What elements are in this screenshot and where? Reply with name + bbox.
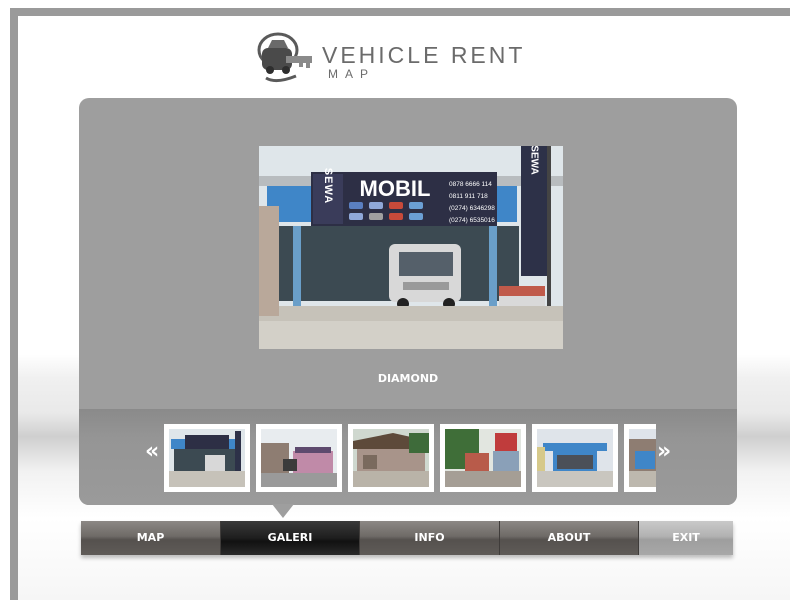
car-key-icon bbox=[257, 32, 312, 83]
nav-about-button[interactable]: ABOUT bbox=[500, 521, 639, 555]
thumbnail-item[interactable] bbox=[256, 424, 342, 492]
thumbnail-image bbox=[353, 429, 429, 487]
nav-map-button[interactable]: MAP bbox=[81, 521, 221, 555]
thumbnail-image bbox=[261, 429, 337, 487]
photo-caption: DIAMOND bbox=[377, 372, 439, 385]
thumbnail-list bbox=[164, 424, 656, 492]
photo-phone-3: (0274) 6346298 bbox=[449, 205, 495, 212]
thumbnail-item[interactable] bbox=[440, 424, 526, 492]
thumbnail-image bbox=[169, 429, 245, 487]
main-nav: MAP GALERI INFO ABOUT EXIT bbox=[81, 521, 733, 555]
thumbnail-item[interactable] bbox=[164, 424, 250, 492]
photo-sign-main: MOBIL bbox=[360, 176, 431, 201]
double-chevron-left-icon[interactable]: « bbox=[145, 441, 159, 463]
window-frame-top bbox=[10, 8, 790, 16]
app-subtitle: MAP bbox=[328, 67, 376, 81]
double-chevron-right-icon[interactable]: » bbox=[657, 441, 671, 463]
photo-phone-1: 0878 6666 114 bbox=[449, 181, 492, 188]
gallery-panel: SEWA MOBIL 0878 6666 114 0811 911 718 (0… bbox=[79, 98, 737, 505]
gallery-main-photo: SEWA MOBIL 0878 6666 114 0811 911 718 (0… bbox=[259, 145, 563, 349]
thumbnail-strip: « » bbox=[79, 409, 737, 505]
active-tab-pointer bbox=[272, 504, 294, 518]
photo-pole-sign: SEWA bbox=[529, 146, 540, 175]
thumbnail-image bbox=[537, 429, 613, 487]
thumbnail-image bbox=[445, 429, 521, 487]
thumbnail-item[interactable] bbox=[624, 424, 656, 492]
nav-galeri-button[interactable]: GALERI bbox=[221, 521, 360, 555]
photo-sign-vertical: SEWA bbox=[322, 168, 334, 204]
window-frame-left bbox=[10, 8, 18, 600]
photo-phone-2: 0811 911 718 bbox=[449, 193, 488, 200]
thumbnail-item[interactable] bbox=[532, 424, 618, 492]
nav-info-button[interactable]: INFO bbox=[360, 521, 500, 555]
app-logo: VEHICLE RENT MAP bbox=[256, 30, 566, 86]
thumbnail-item[interactable] bbox=[348, 424, 434, 492]
nav-exit-button[interactable]: EXIT bbox=[639, 521, 733, 555]
app-title: VEHICLE RENT bbox=[322, 42, 526, 68]
photo-phone-4: (0274) 6535016 bbox=[449, 217, 495, 224]
thumbnail-image bbox=[629, 429, 656, 487]
